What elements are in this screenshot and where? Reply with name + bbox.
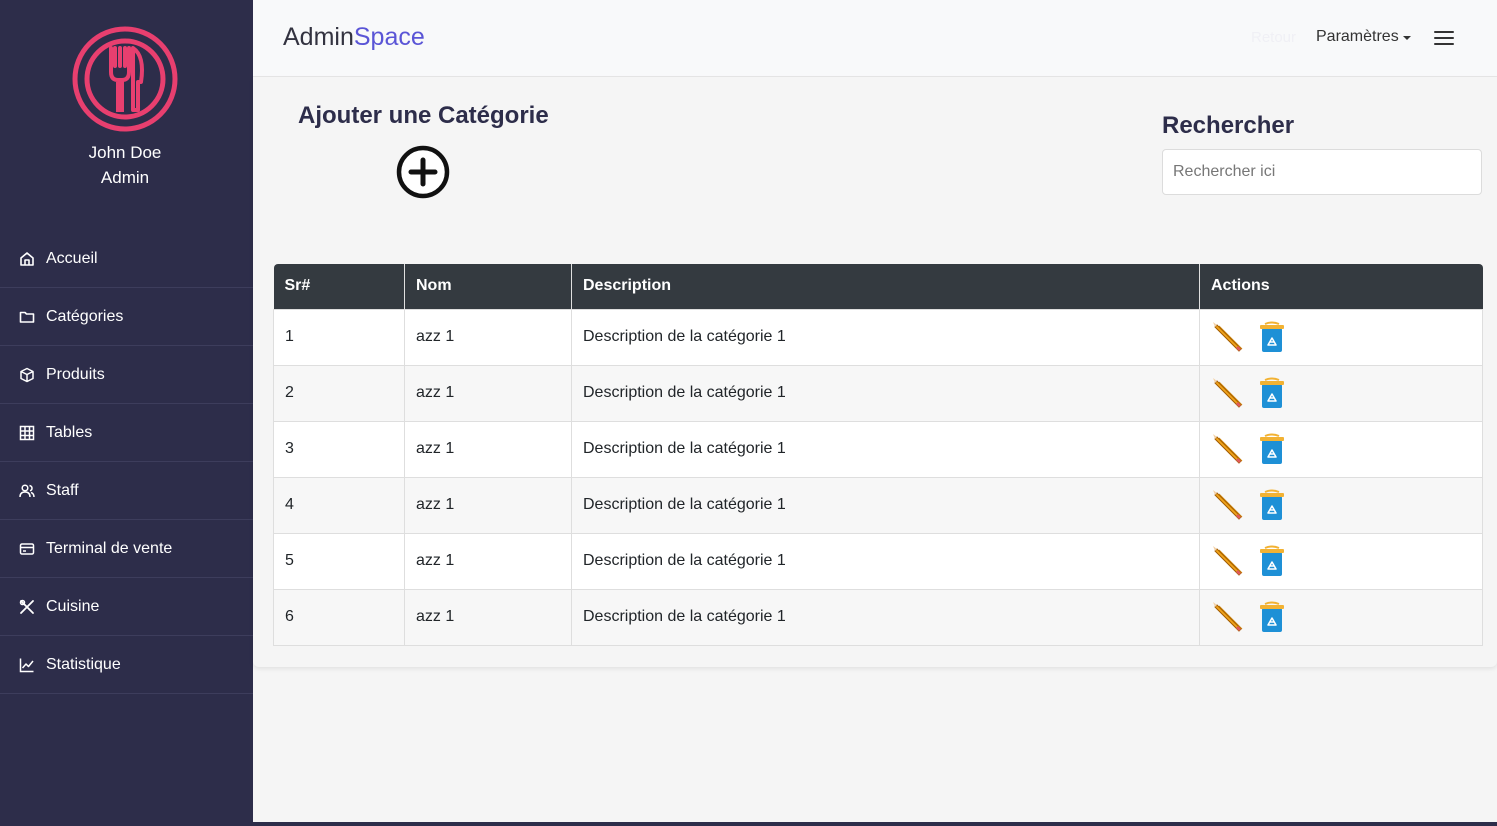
- table-row: 6 azz 1 Description de la catégorie 1: [273, 588, 1483, 646]
- sidebar-item-accueil[interactable]: Accueil: [0, 230, 253, 288]
- column-header-description: Description: [571, 264, 1200, 309]
- column-header-nom: Nom: [404, 264, 572, 309]
- cell-actions: [1199, 476, 1483, 534]
- search-input[interactable]: [1162, 149, 1482, 195]
- cell-description: Description de la catégorie 1: [571, 588, 1200, 646]
- cell-actions: [1199, 588, 1483, 646]
- app-title[interactable]: AdminSpace: [283, 23, 425, 52]
- cell-description: Description de la catégorie 1: [571, 308, 1200, 366]
- cell-description: Description de la catégorie 1: [571, 420, 1200, 478]
- cell-nom: azz 1: [404, 476, 572, 534]
- sidebar-item-produits[interactable]: Produits: [0, 346, 253, 404]
- edit-pencil-icon[interactable]: [1211, 376, 1245, 410]
- table-row: 1 azz 1 Description de la catégorie 1: [273, 308, 1483, 366]
- card-icon: [18, 540, 36, 558]
- sidebar-item-label: Statistique: [46, 655, 121, 673]
- sidebar: John Doe Admin Accueil Catégories Produi…: [0, 0, 253, 826]
- sidebar-item-label: Terminal de vente: [46, 539, 173, 557]
- sidebar-item-terminal[interactable]: Terminal de vente: [0, 520, 253, 578]
- edit-pencil-icon[interactable]: [1211, 600, 1245, 634]
- cell-nom: azz 1: [404, 588, 572, 646]
- cell-sr: 4: [273, 476, 405, 534]
- sidebar-item-label: Produits: [46, 365, 105, 383]
- search-title: Rechercher: [1162, 112, 1295, 139]
- sidebar-item-statistique[interactable]: Statistique: [0, 636, 253, 694]
- add-circle-icon[interactable]: [396, 145, 450, 199]
- table-row: 3 azz 1 Description de la catégorie 1: [273, 420, 1483, 478]
- cell-description: Description de la catégorie 1: [571, 532, 1200, 590]
- cell-sr: 6: [273, 588, 405, 646]
- hamburger-menu-icon[interactable]: [1434, 31, 1454, 45]
- cell-sr: 3: [273, 420, 405, 478]
- bottom-border: [0, 822, 1497, 826]
- delete-bin-icon[interactable]: [1255, 432, 1289, 466]
- user-name: John Doe: [88, 143, 162, 162]
- column-header-actions: Actions: [1199, 264, 1483, 309]
- cell-actions: [1199, 364, 1483, 422]
- sidebar-item-staff[interactable]: Staff: [0, 462, 253, 520]
- cell-actions: [1199, 308, 1483, 366]
- table-header-row: Sr# Nom Description Actions: [273, 264, 1483, 309]
- cell-sr: 5: [273, 532, 405, 590]
- cell-nom: azz 1: [404, 308, 572, 366]
- tools-icon: [18, 598, 36, 616]
- caret-down-icon: [1402, 36, 1411, 40]
- sidebar-item-label: Tables: [46, 423, 93, 441]
- top-navbar: AdminSpace Retour Paramètres: [253, 0, 1497, 77]
- folder-icon: [18, 308, 36, 326]
- edit-pencil-icon[interactable]: [1211, 544, 1245, 578]
- app-title-main: Admin: [283, 23, 354, 51]
- cell-description: Description de la catégorie 1: [571, 476, 1200, 534]
- cell-nom: azz 1: [404, 532, 572, 590]
- cell-nom: azz 1: [404, 420, 572, 478]
- sidebar-item-label: Catégories: [46, 307, 124, 325]
- sidebar-item-tables[interactable]: Tables: [0, 404, 253, 462]
- cell-sr: 1: [273, 308, 405, 366]
- table-row: 4 azz 1 Description de la catégorie 1: [273, 476, 1483, 534]
- delete-bin-icon[interactable]: [1255, 488, 1289, 522]
- settings-label: Paramètres: [1316, 28, 1399, 45]
- table-row: 2 azz 1 Description de la catégorie 1: [273, 364, 1483, 422]
- table-row: 5 azz 1 Description de la catégorie 1: [273, 532, 1483, 590]
- edit-pencil-icon[interactable]: [1211, 488, 1245, 522]
- sidebar-item-label: Cuisine: [46, 597, 100, 615]
- sidebar-item-label: Staff: [46, 481, 79, 499]
- user-role: Admin: [100, 168, 150, 187]
- sidebar-item-categories[interactable]: Catégories: [0, 288, 253, 346]
- app-title-accent: Space: [353, 23, 425, 51]
- cell-actions: [1199, 420, 1483, 478]
- sidebar-item-label: Accueil: [46, 249, 98, 267]
- sidebar-nav: Accueil Catégories Produits Tables Staff: [0, 230, 253, 694]
- edit-pencil-icon[interactable]: [1211, 320, 1245, 354]
- cell-nom: azz 1: [404, 364, 572, 422]
- settings-dropdown[interactable]: Paramètres: [1316, 28, 1411, 46]
- grid-icon: [18, 424, 36, 442]
- users-icon: [18, 482, 36, 500]
- delete-bin-icon[interactable]: [1255, 320, 1289, 354]
- add-category-title: Ajouter une Catégorie: [298, 102, 549, 129]
- delete-bin-icon[interactable]: [1255, 544, 1289, 578]
- cell-actions: [1199, 532, 1483, 590]
- back-link[interactable]: Retour: [1251, 29, 1296, 46]
- sidebar-item-cuisine[interactable]: Cuisine: [0, 578, 253, 636]
- categories-table: Sr# Nom Description Actions 1 azz 1 Desc…: [273, 264, 1483, 646]
- cell-description: Description de la catégorie 1: [571, 364, 1200, 422]
- edit-pencil-icon[interactable]: [1211, 432, 1245, 466]
- cell-sr: 2: [273, 364, 405, 422]
- home-icon: [18, 250, 36, 268]
- delete-bin-icon[interactable]: [1255, 376, 1289, 410]
- column-header-sr: Sr#: [273, 264, 405, 309]
- box-icon: [18, 366, 36, 384]
- chart-icon: [18, 656, 36, 674]
- delete-bin-icon[interactable]: [1255, 600, 1289, 634]
- restaurant-logo-icon: [72, 26, 178, 132]
